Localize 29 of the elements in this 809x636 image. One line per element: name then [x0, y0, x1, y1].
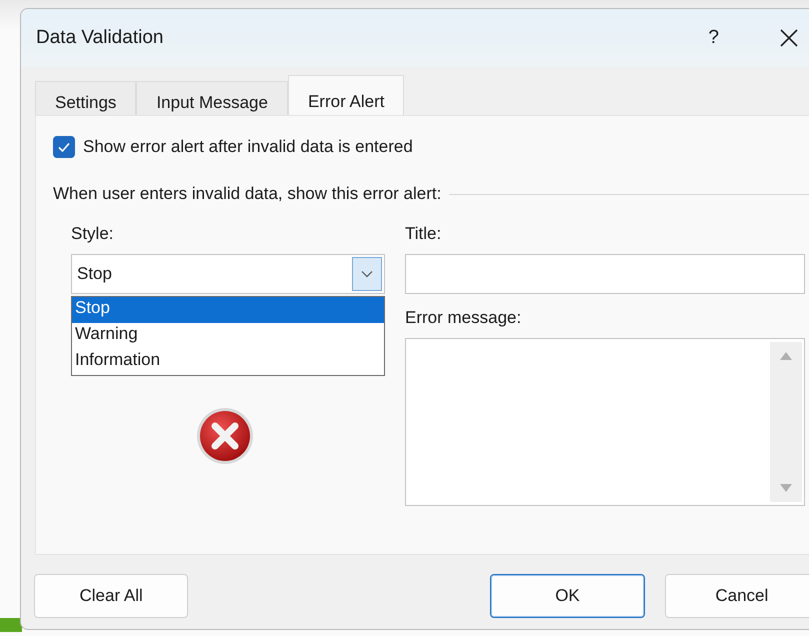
checkbox-label: Show error alert after invalid data is entered — [83, 137, 413, 157]
tab[interactable]: Settings — [35, 81, 136, 115]
checkbox[interactable] — [53, 136, 75, 158]
chevron-icon — [361, 270, 373, 278]
group-label: When user enters invalid data, show this error alert: — [53, 184, 442, 204]
dropdown-option[interactable]: Warning — [72, 323, 384, 349]
scroll-up-icon[interactable] — [780, 352, 792, 360]
tab[interactable]: Error Alert — [288, 75, 404, 115]
style-dropdown[interactable]: Stop — [71, 254, 385, 294]
dropdown-option[interactable]: Information — [72, 349, 384, 375]
close-icon[interactable] — [779, 28, 799, 48]
title-field[interactable] — [405, 254, 805, 294]
error-message-field[interactable] — [405, 338, 805, 506]
title-label: Title: — [405, 224, 442, 244]
taskbar-strip — [0, 618, 22, 632]
error-icon — [195, 406, 255, 466]
scrollbar[interactable] — [770, 342, 802, 502]
tab[interactable]: Input Message — [136, 81, 288, 115]
dropdown-option[interactable]: Stop — [72, 297, 384, 323]
dialog-button[interactable]: Cancel — [664, 574, 809, 618]
window-title: Data Validation — [36, 27, 164, 49]
dialog-button[interactable]: OK — [490, 574, 645, 618]
scroll-down-icon[interactable] — [780, 484, 792, 492]
style-label: Style: — [71, 224, 114, 244]
help-button[interactable]: ? — [708, 27, 719, 49]
dropdown-button[interactable] — [352, 257, 382, 291]
dialog-button[interactable]: Clear All — [34, 574, 188, 618]
check-icon — [57, 140, 71, 154]
error-message-label: Error message: — [405, 308, 522, 328]
